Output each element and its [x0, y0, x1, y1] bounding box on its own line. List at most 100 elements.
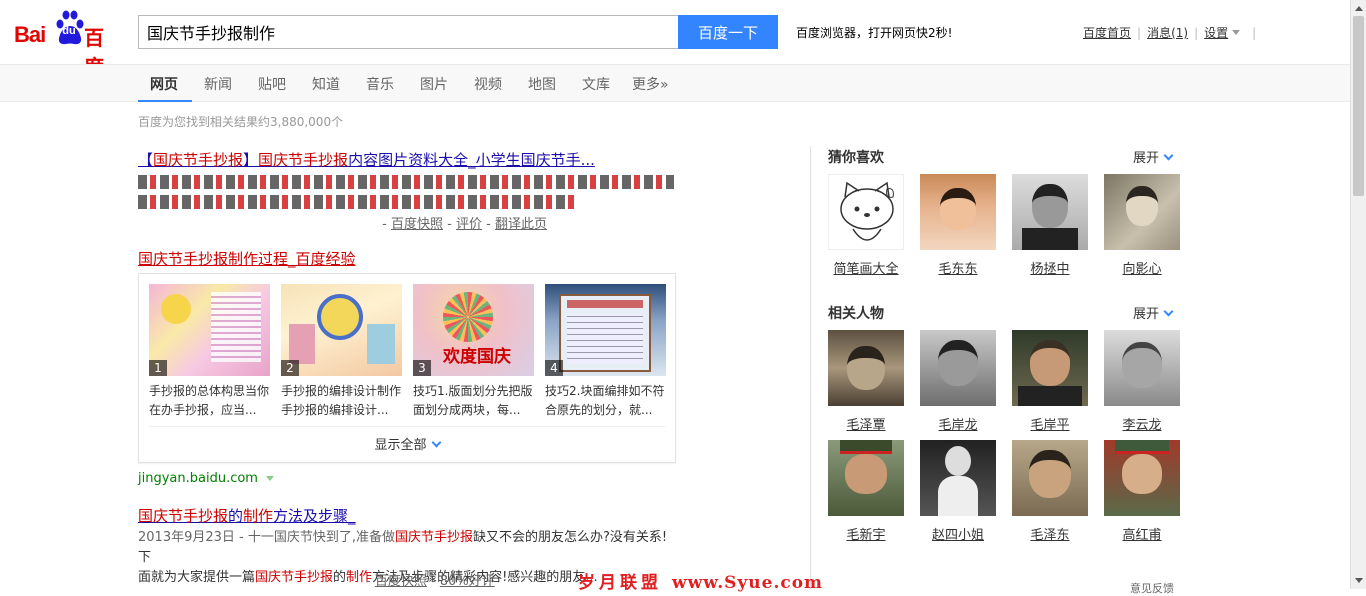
baidu-logo[interactable]: Bai du 百度: [14, 10, 122, 79]
person-name: 赵四小姐: [931, 528, 984, 543]
logo-text-du: du: [62, 25, 76, 37]
tab-map[interactable]: 地图: [528, 74, 556, 94]
header: Bai du 百度 百度一下 百度浏览器，打开网页快2秒! 百度首页 | 消息(…: [0, 0, 1350, 79]
feedback-link-partial[interactable]: 意见反馈: [1130, 580, 1174, 596]
jingyan-step[interactable]: 4 技巧2.块面编排如不符合原先的划分，就...: [545, 284, 667, 420]
title-part: 】: [243, 151, 259, 169]
title-highlight: 国庆节手抄报: [153, 151, 244, 169]
search-input[interactable]: [138, 15, 678, 49]
divider: |: [1252, 25, 1257, 40]
caret-down-icon[interactable]: [266, 476, 275, 481]
related-person[interactable]: 高红甫: [1104, 440, 1180, 543]
related-person[interactable]: 毛新宇: [828, 440, 904, 543]
watermark-cn: 岁月联盟: [578, 573, 662, 593]
expand-label: 展开: [1133, 151, 1160, 166]
related-person[interactable]: 毛泽东: [1012, 440, 1088, 543]
title-highlight: 制作: [243, 507, 274, 525]
cat-drawing-icon: [840, 181, 894, 241]
tab-images[interactable]: 图片: [420, 74, 448, 94]
step-text: 技巧2.块面编排如不符合原先的划分，就...: [545, 384, 665, 417]
active-tab-indicator: [138, 100, 192, 102]
chevron-down-icon: [431, 437, 441, 448]
snapshot-link[interactable]: 百度快照: [375, 574, 427, 589]
scroll-up-arrow-icon[interactable]: [1355, 6, 1363, 11]
result-2-title[interactable]: 国庆节手抄报制作过程_百度经验: [138, 248, 356, 269]
review-link[interactable]: 评价: [456, 217, 482, 232]
guess-item[interactable]: 向影心: [1104, 174, 1180, 277]
result-1-snippet-line: [138, 175, 674, 189]
top-links: 百度首页 | 消息(1) | 设置 |: [1083, 24, 1262, 41]
related-person[interactable]: 毛岸平: [1012, 330, 1088, 433]
title-part: 【: [138, 151, 154, 169]
jingyan-step[interactable]: 1 手抄报的总体构思当你在办手抄报，应当...: [149, 284, 271, 420]
result-count: 百度为您找到相关结果约3,880,000个: [138, 115, 344, 129]
guess-title: 猜你喜欢: [828, 150, 884, 166]
settings-link[interactable]: 设置: [1204, 24, 1228, 41]
vertical-scrollbar[interactable]: [1350, 0, 1366, 589]
step-text: 技巧1.版面划分先把版面划分成两块，每...: [413, 384, 533, 417]
portrait-photo: [920, 330, 996, 406]
related-person[interactable]: 李云龙: [1104, 330, 1180, 433]
vertical-tabs: 网页 新闻 贴吧 知道 音乐 图片 视频 地图 文库 更多»: [0, 64, 1350, 102]
tab-wenku[interactable]: 文库: [582, 74, 610, 94]
scroll-down-arrow-icon[interactable]: [1355, 578, 1363, 583]
messages-link[interactable]: 消息(1): [1147, 24, 1188, 41]
guess-item[interactable]: 毛东东: [920, 174, 996, 277]
translate-link[interactable]: 翻译此页: [495, 217, 547, 232]
portrait-photo: [1104, 330, 1180, 406]
guess-name: 简笔画大全: [833, 262, 899, 277]
related-title: 相关人物: [828, 306, 884, 322]
caret-down-icon[interactable]: [1232, 30, 1241, 35]
home-link[interactable]: 百度首页: [1083, 24, 1131, 41]
snapshot-link[interactable]: 百度快照: [391, 217, 443, 232]
browser-promo[interactable]: 百度浏览器，打开网页快2秒!: [796, 24, 952, 41]
guess-name: 杨拯中: [1030, 262, 1070, 277]
step-image: 1: [149, 284, 270, 376]
tab-zhidao[interactable]: 知道: [312, 74, 340, 94]
person-name: 毛泽覃: [846, 418, 886, 433]
scrollbar-thumb[interactable]: [1353, 16, 1364, 196]
guess-item[interactable]: 简笔画大全: [828, 174, 904, 277]
tab-music[interactable]: 音乐: [366, 74, 394, 94]
guess-item[interactable]: 杨拯中: [1012, 174, 1088, 277]
title-part: 的: [228, 507, 244, 525]
result-1-title[interactable]: 【国庆节手抄报】国庆节手抄报内容图片资料大全_小学生国庆节手...: [138, 149, 595, 170]
tab-video[interactable]: 视频: [474, 74, 502, 94]
search-button[interactable]: 百度一下: [678, 15, 778, 49]
column-divider: [810, 146, 811, 589]
show-all-button[interactable]: 显示全部: [139, 434, 675, 453]
result-2-meta: jingyan.baidu.com: [138, 471, 275, 486]
person-name: 毛泽东: [1030, 528, 1070, 543]
related-person[interactable]: 毛岸龙: [920, 330, 996, 433]
jingyan-step[interactable]: 欢度国庆 3 技巧1.版面划分先把版面划分成两块，每...: [413, 284, 535, 420]
divider: |: [1137, 25, 1142, 40]
snippet-highlight: 国庆节手抄报: [255, 570, 334, 585]
tab-tieba[interactable]: 贴吧: [258, 74, 286, 94]
snippet-part: 2013年9月23日 - 十一国庆节快到了,准备做: [138, 530, 395, 545]
guess-name: 向影心: [1122, 262, 1162, 277]
portrait-photo: [828, 330, 904, 406]
watermark: 岁月联盟 www.Syue.com: [578, 568, 823, 593]
tab-news[interactable]: 新闻: [204, 74, 232, 94]
result-1-snippet-line: [138, 195, 578, 209]
result-3-meta: - 百度快照 - 80%好评: [366, 574, 495, 589]
step-text: 手抄报的编排设计制作手抄报的编排设计...: [281, 384, 402, 417]
related-person[interactable]: 赵四小姐: [920, 440, 996, 543]
chevron-down-icon: [1163, 306, 1174, 317]
tab-more[interactable]: 更多»: [632, 74, 669, 94]
step-number: 3: [413, 360, 431, 376]
person-name: 高红甫: [1122, 528, 1162, 543]
title-part: 方法及步骤_: [273, 507, 356, 525]
divider: [149, 426, 665, 427]
related-person[interactable]: 毛泽覃: [828, 330, 904, 433]
tab-web[interactable]: 网页: [150, 74, 178, 94]
rating-link[interactable]: 80%好评: [440, 574, 495, 589]
result-3-title[interactable]: 国庆节手抄报的制作方法及步骤_: [138, 505, 356, 526]
portrait-photo: [920, 440, 996, 516]
step-image: 欢度国庆 3: [413, 284, 534, 376]
related-expand-button[interactable]: 展开: [1133, 303, 1174, 322]
guess-expand-button[interactable]: 展开: [1133, 147, 1174, 166]
jingyan-step[interactable]: 2 手抄报的编排设计制作手抄报的编排设计...: [281, 284, 403, 420]
guess-name: 毛东东: [938, 262, 978, 277]
jingyan-card: 1 手抄报的总体构思当你在办手抄报，应当... 2 手抄报的编排设计制作手抄报的…: [138, 273, 676, 463]
